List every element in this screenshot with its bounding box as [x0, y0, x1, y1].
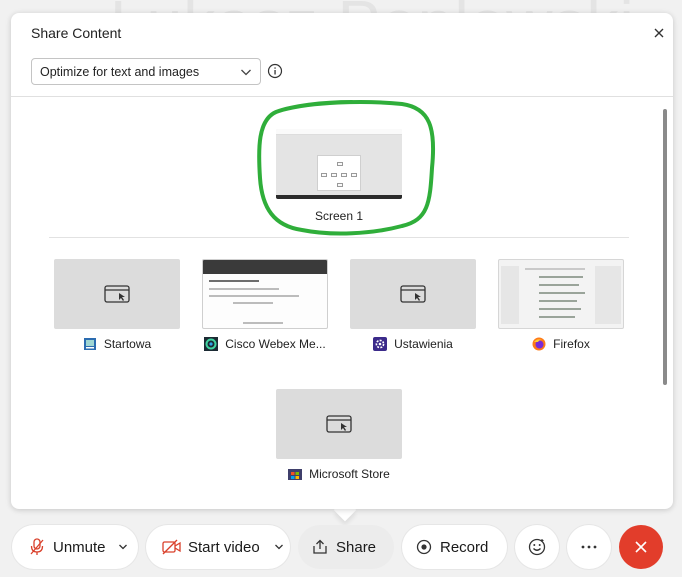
share-button[interactable]: Share [298, 525, 394, 569]
app-label: Ustawienia [394, 337, 453, 351]
record-button[interactable]: Record [402, 525, 507, 569]
divider [11, 96, 673, 97]
close-button[interactable] [649, 23, 669, 43]
start-video-button[interactable]: Start video [146, 525, 290, 569]
app-tile-ustawienia[interactable]: Ustawienia [350, 259, 476, 351]
more-options-button[interactable] [567, 525, 611, 569]
window-app-icon [104, 285, 130, 303]
store-icon [288, 469, 303, 480]
unmute-label: Unmute [53, 538, 106, 556]
app-label: Firefox [553, 337, 590, 351]
chevron-down-icon[interactable] [274, 542, 284, 552]
unmute-button[interactable]: Unmute [12, 525, 138, 569]
window-app-icon [326, 415, 352, 433]
share-content-panel: Share Content Optimize for text and imag… [11, 13, 673, 509]
optimize-dropdown-value: Optimize for text and images [40, 64, 200, 79]
microphone-muted-icon [30, 538, 44, 555]
app-thumbnail [276, 389, 402, 459]
reactions-button[interactable] [515, 525, 559, 569]
screen-highlight-annotation [257, 100, 436, 236]
video-muted-icon [162, 539, 181, 555]
app-thumbnail [54, 259, 180, 329]
scrollbar[interactable] [663, 109, 667, 385]
chevron-down-icon [241, 69, 251, 76]
close-icon [654, 28, 664, 38]
panel-title: Share Content [31, 25, 122, 41]
startowa-app-icon [83, 338, 96, 350]
window-app-icon [400, 285, 426, 303]
end-meeting-button[interactable] [619, 525, 663, 569]
app-label: Microsoft Store [309, 467, 390, 481]
record-icon [416, 539, 432, 555]
gear-icon [373, 337, 388, 351]
start-video-label: Start video [188, 538, 260, 556]
app-tile-microsoft-store[interactable]: Microsoft Store [276, 389, 402, 481]
more-icon [581, 545, 597, 549]
app-tile-firefox[interactable]: Firefox [498, 259, 624, 351]
webex-icon [204, 337, 219, 351]
app-thumbnail [202, 259, 328, 329]
optimize-dropdown[interactable]: Optimize for text and images [31, 58, 261, 85]
share-label: Share [336, 538, 377, 556]
app-tile-startowa[interactable]: Startowa [54, 259, 180, 351]
app-label: Cisco Webex Me... [225, 337, 326, 351]
firefox-icon [532, 337, 546, 351]
chevron-down-icon[interactable] [118, 542, 128, 552]
record-label: Record [440, 538, 489, 556]
app-tile-webex[interactable]: Cisco Webex Me... [202, 259, 328, 351]
smiley-icon [528, 538, 546, 556]
app-thumbnail [350, 259, 476, 329]
close-icon [635, 541, 647, 553]
info-icon[interactable] [267, 63, 283, 79]
share-icon [313, 539, 327, 554]
app-thumbnail [498, 259, 624, 329]
app-label: Startowa [103, 337, 152, 351]
